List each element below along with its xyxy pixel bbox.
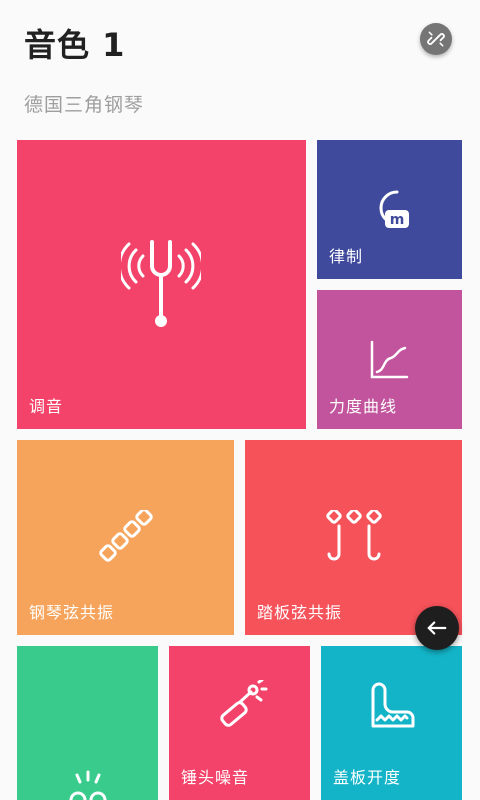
tile-hammer[interactable] bbox=[17, 646, 158, 800]
tile-label: 锤头噪音 bbox=[181, 768, 250, 787]
back-button[interactable] bbox=[415, 606, 459, 650]
tile-label: 调音 bbox=[29, 397, 64, 416]
tile-label: 盖板开度 bbox=[333, 768, 402, 787]
tile-temperament[interactable]: m 律制 bbox=[317, 140, 462, 279]
link-off-icon bbox=[427, 31, 445, 47]
tile-label: 力度曲线 bbox=[329, 397, 398, 416]
hammer-noise-icon bbox=[220, 680, 268, 727]
instrument-name: 德国三角钢琴 bbox=[24, 94, 145, 116]
tile-label: 律制 bbox=[329, 247, 364, 266]
tile-pedal-resonance[interactable]: 踏板弦共振 bbox=[245, 440, 462, 635]
string-resonance-icon bbox=[99, 510, 153, 562]
temperament-icon: m bbox=[379, 190, 409, 228]
hammer-icon bbox=[69, 770, 107, 800]
arrow-left-icon bbox=[427, 621, 447, 635]
svg-text:m: m bbox=[390, 212, 405, 228]
tile-label: 踏板弦共振 bbox=[257, 603, 343, 622]
tile-hammer-noise[interactable]: 锤头噪音 bbox=[169, 646, 310, 800]
tile-velocity-curve[interactable]: 力度曲线 bbox=[317, 290, 462, 429]
tile-string-resonance[interactable]: 钢琴弦共振 bbox=[17, 440, 234, 635]
velocity-curve-icon bbox=[370, 340, 409, 379]
tile-tuning[interactable]: 调音 bbox=[17, 140, 306, 429]
page-title: 音色 1 bbox=[24, 26, 126, 64]
piano-lid-icon bbox=[371, 682, 415, 728]
pedal-resonance-icon bbox=[326, 510, 382, 561]
tile-label: 钢琴弦共振 bbox=[29, 603, 115, 622]
screen: 音色 1 德国三角钢琴 调音 m 律制 力度曲线 钢琴弦共振 踏板弦共振 锤头噪… bbox=[0, 0, 480, 800]
tuning-fork-icon bbox=[121, 240, 201, 327]
tile-lid-opening[interactable]: 盖板开度 bbox=[321, 646, 462, 800]
unlink-button[interactable] bbox=[420, 23, 452, 55]
